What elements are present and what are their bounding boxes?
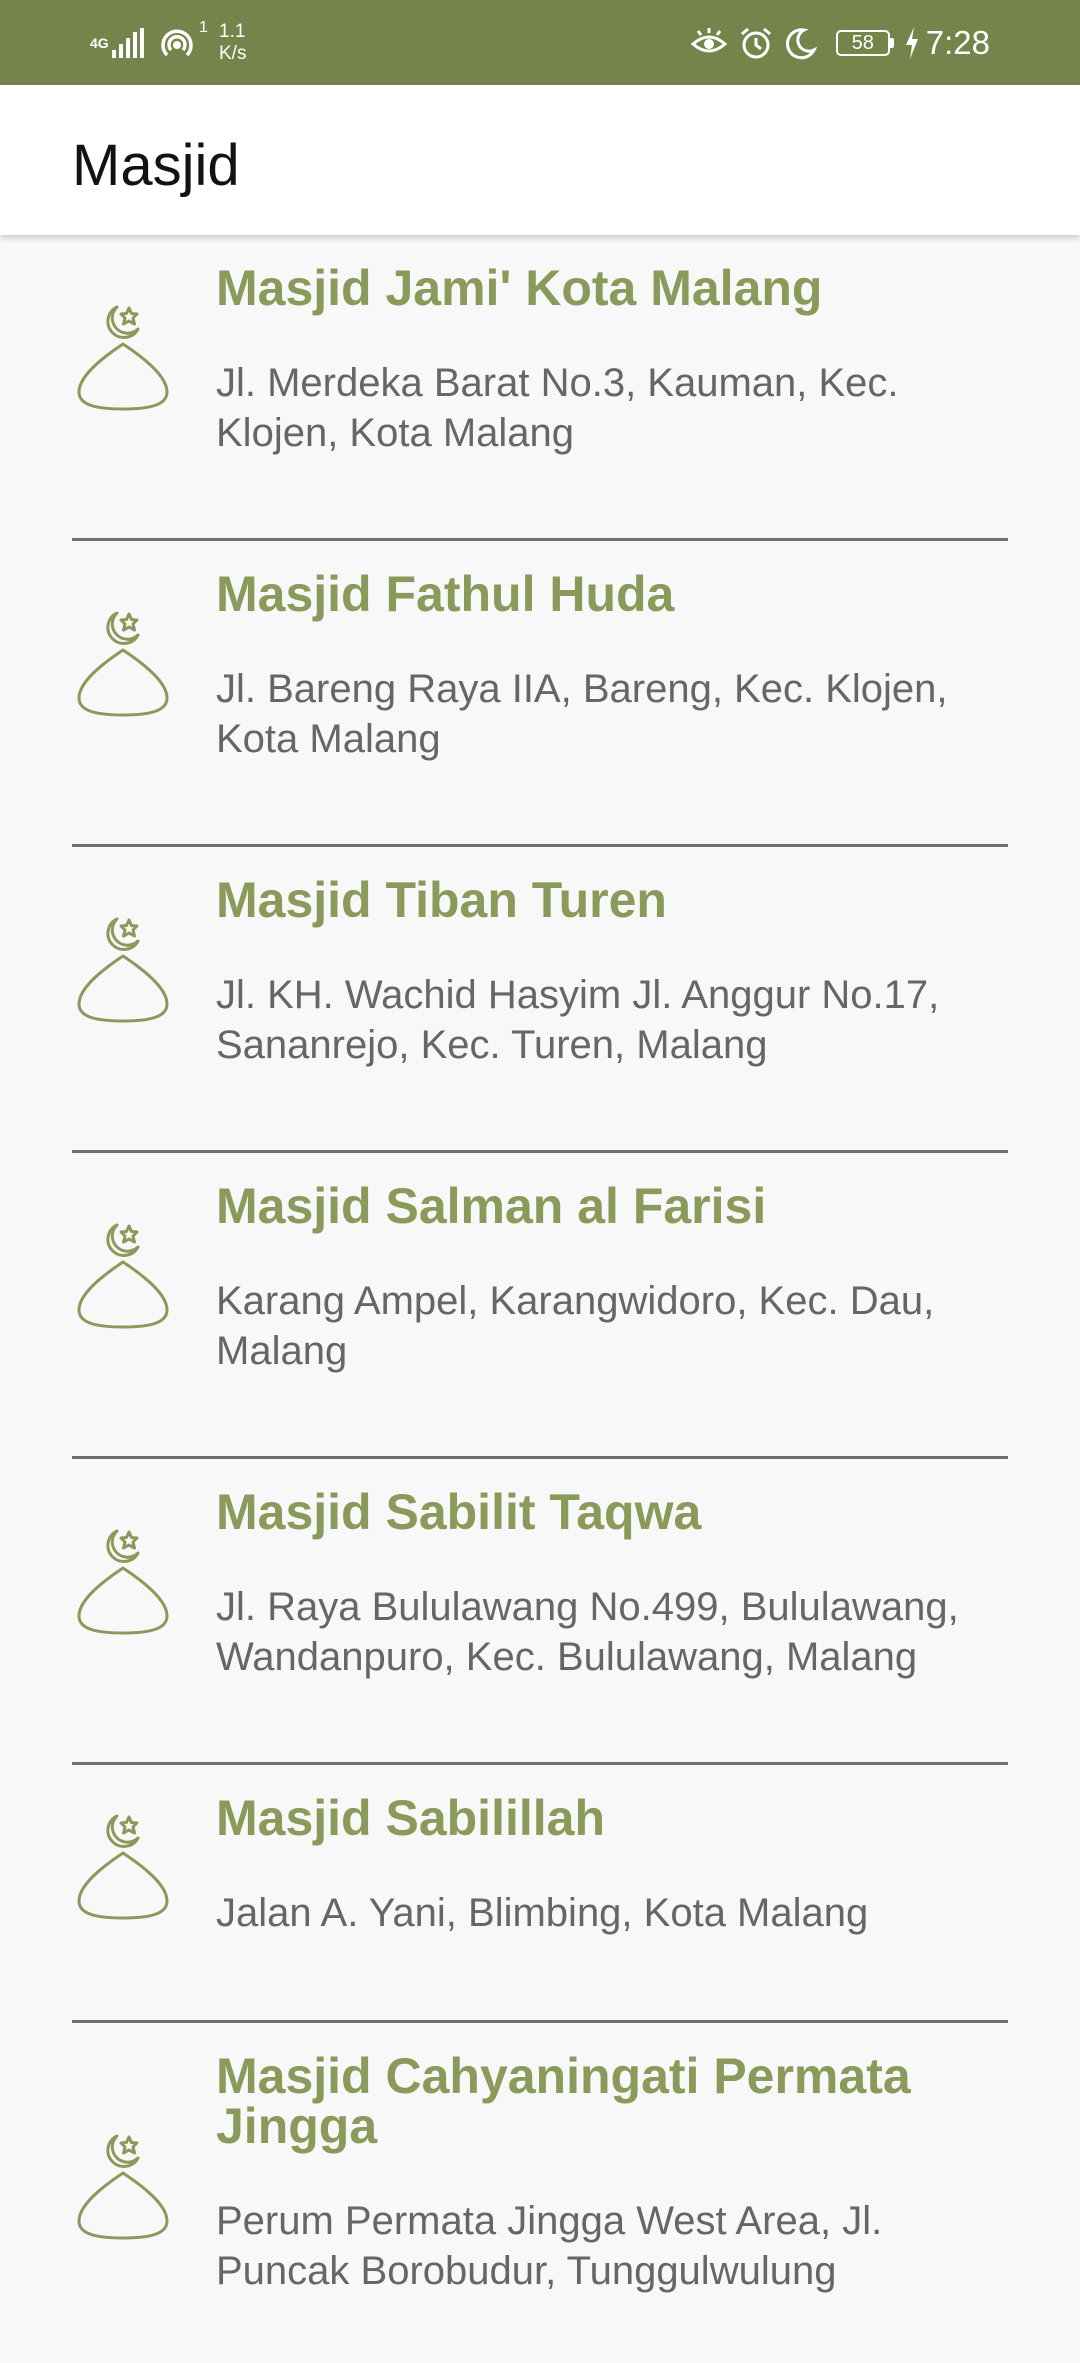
list-item[interactable]: Masjid Sabilit Taqwa Jl. Raya Bululawang… xyxy=(72,1459,1008,1765)
list-item-text: Masjid Tiban Turen Jl. KH. Wachid Hasyim… xyxy=(216,875,1008,1070)
mosque-address: Jl. Merdeka Barat No.3, Kauman, Kec. Klo… xyxy=(216,361,899,455)
do-not-disturb-moon-icon xyxy=(784,26,818,60)
list-item-text: Masjid Sabilillah Jalan A. Yani, Blimbin… xyxy=(216,1793,1008,1938)
mosque-name: Masjid Jami' Kota Malang xyxy=(216,260,823,316)
mosque-name: Masjid Salman al Farisi xyxy=(216,1178,767,1234)
list-item[interactable]: Masjid Salman al Farisi Karang Ampel, Ka… xyxy=(72,1153,1008,1459)
mosque-address: Jalan A. Yani, Blimbing, Kota Malang xyxy=(216,1891,869,1935)
charging-bolt-icon xyxy=(904,27,920,59)
mosque-dome-icon xyxy=(77,1223,169,1329)
status-bar-right: 58 7:28 xyxy=(680,18,990,68)
mosque-name: Masjid Tiban Turen xyxy=(216,872,667,928)
hotspot-icon: 1 xyxy=(157,19,208,63)
mosque-name: Masjid Sabilit Taqwa xyxy=(216,1484,702,1540)
list-item[interactable]: Masjid Fathul Huda Jl. Bareng Raya IIA, … xyxy=(72,541,1008,847)
network-type: 4G xyxy=(90,34,109,51)
mosque-address: Karang Ampel, Karangwidoro, Kec. Dau, Ma… xyxy=(216,1279,935,1373)
list-item-text: Masjid Cahyaningati Permata Jingga Perum… xyxy=(216,2051,1008,2296)
battery-tip xyxy=(889,38,894,48)
mosque-address: Jl. KH. Wachid Hasyim Jl. Anggur No.17, … xyxy=(216,973,940,1067)
list-item-text: Masjid Fathul Huda Jl. Bareng Raya IIA, … xyxy=(216,569,1008,764)
page-title: Masjid xyxy=(72,133,240,198)
list-item-text: Masjid Salman al Farisi Karang Ampel, Ka… xyxy=(216,1181,1008,1376)
list-item[interactable]: Masjid Cahyaningati Permata Jingga Perum… xyxy=(72,2023,1008,2363)
mosque-name: Masjid Cahyaningati Permata Jingga xyxy=(216,2048,911,2154)
mosque-name: Masjid Fathul Huda xyxy=(216,566,675,622)
mosque-dome-icon xyxy=(77,1814,169,1920)
signal-bars-icon xyxy=(112,28,147,58)
eye-comfort-icon xyxy=(690,26,728,60)
cellular-signal: 4G xyxy=(90,28,147,58)
clock-time: 7:28 xyxy=(925,24,990,61)
list-item-text: Masjid Jami' Kota Malang Jl. Merdeka Bar… xyxy=(216,263,1008,458)
battery-level: 58 xyxy=(835,30,890,56)
network-speed-value: 1.1 xyxy=(219,21,246,42)
mosque-dome-icon xyxy=(77,1529,169,1635)
status-bar: 4G 1 1.1 K/s 58 7:28 xyxy=(0,0,1080,85)
mosque-dome-icon xyxy=(77,2134,169,2240)
alarm-icon xyxy=(738,25,774,61)
mosque-address: Perum Permata Jingga West Area, Jl. Punc… xyxy=(216,2199,883,2293)
mosque-name: Masjid Sabilillah xyxy=(216,1790,605,1846)
status-bar-left: 4G 1 1.1 K/s xyxy=(90,18,246,68)
hotspot-count: 1 xyxy=(199,19,208,36)
mosque-address: Jl. Bareng Raya IIA, Bareng, Kec. Klojen… xyxy=(216,667,948,761)
network-speed: 1.1 K/s xyxy=(219,21,246,65)
list-item[interactable]: Masjid Jami' Kota Malang Jl. Merdeka Bar… xyxy=(72,235,1008,541)
mosque-dome-icon xyxy=(77,611,169,717)
battery-indicator: 58 xyxy=(835,30,894,56)
app-bar: Masjid xyxy=(0,85,1080,235)
mosque-dome-icon xyxy=(77,305,169,411)
list-item[interactable]: Masjid Sabilillah Jalan A. Yani, Blimbin… xyxy=(72,1765,1008,2023)
list-item-text: Masjid Sabilit Taqwa Jl. Raya Bululawang… xyxy=(216,1487,1008,1682)
mosque-list: Masjid Jami' Kota Malang Jl. Merdeka Bar… xyxy=(72,235,1008,2363)
mosque-address: Jl. Raya Bululawang No.499, Bululawang, … xyxy=(216,1585,959,1679)
network-speed-unit: K/s xyxy=(219,43,247,64)
list-item[interactable]: Masjid Tiban Turen Jl. KH. Wachid Hasyim… xyxy=(72,847,1008,1153)
mosque-dome-icon xyxy=(77,917,169,1023)
